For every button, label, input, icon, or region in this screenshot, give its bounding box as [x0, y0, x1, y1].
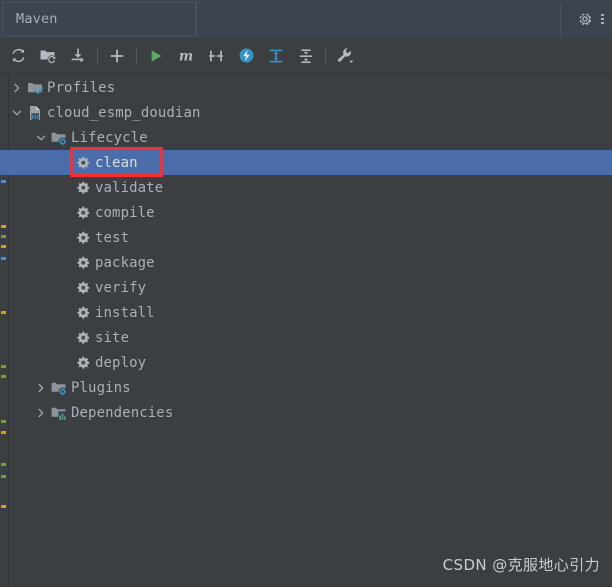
tree-row-test[interactable]: test	[0, 225, 612, 250]
dependencies-folder-icon	[50, 404, 68, 422]
expand-all-button[interactable]	[261, 41, 291, 71]
tree-row-label: validate	[95, 179, 164, 196]
tree-row-label: clean	[95, 154, 138, 171]
tree-row-package[interactable]: package	[0, 250, 612, 275]
tree-row-install[interactable]: install	[0, 300, 612, 325]
chevron-right-icon[interactable]	[32, 408, 50, 418]
collapse-all-button[interactable]	[291, 41, 321, 71]
collapse-all-icon	[300, 48, 312, 63]
goal-gear-icon	[74, 154, 92, 172]
tree-row-compile[interactable]: compile	[0, 200, 612, 225]
tree-row-label: deploy	[95, 354, 147, 371]
goal-gear-icon	[74, 254, 92, 272]
folder-refresh-icon	[40, 50, 56, 64]
tree-row-label: compile	[95, 204, 155, 221]
goal-gear-icon	[74, 329, 92, 347]
tree-row-lifecycle[interactable]: Lifecycle	[0, 125, 612, 150]
maven-m-icon: m	[179, 48, 193, 63]
plus-icon	[110, 49, 124, 62]
tree-row-validate[interactable]: validate	[0, 175, 612, 200]
more-options-icon[interactable]	[598, 0, 612, 38]
tree-row-plugins[interactable]: Plugins	[0, 375, 612, 400]
run-build-button[interactable]	[141, 41, 171, 71]
tree-row-verify[interactable]: verify	[0, 275, 612, 300]
maven-toolbar: m	[0, 38, 612, 74]
tree-row-site[interactable]: site	[0, 325, 612, 350]
goal-gear-icon	[74, 304, 92, 322]
goal-gear-icon	[74, 179, 92, 197]
tab-maven[interactable]: Maven	[2, 2, 196, 36]
tree-row-label: Dependencies	[71, 404, 174, 421]
generate-sources-button[interactable]	[33, 41, 63, 71]
tree-row-label: site	[95, 329, 130, 346]
goal-gear-icon	[74, 229, 92, 247]
expand-all-icon	[269, 49, 283, 62]
skip-tests-icon	[209, 48, 223, 63]
tree-row-clean[interactable]: clean	[0, 150, 612, 175]
tree-row-label: verify	[95, 279, 147, 296]
chevron-down-icon[interactable]	[8, 108, 26, 118]
profiles-folder-icon	[26, 79, 44, 97]
lifecycle-folder-icon	[50, 129, 68, 147]
tree-row-label: Plugins	[71, 379, 131, 396]
download-icon	[71, 48, 84, 63]
header-actions	[572, 0, 612, 38]
toolbar-separator-3	[325, 46, 326, 65]
chevron-down-icon[interactable]	[32, 133, 50, 143]
plugins-folder-icon	[50, 379, 68, 397]
tree-row-cloud-esmp-doudian[interactable]: m cloud_esmp_doudian	[0, 100, 612, 125]
header-separator	[196, 2, 197, 36]
tree-row-label: Profiles	[47, 79, 116, 96]
reload-project-button[interactable]	[3, 41, 33, 71]
toolbar-separator-1	[97, 46, 98, 65]
maven-project-tree: Profiles m cloud_esmp_doudian Lifecycle …	[0, 75, 612, 587]
tree-row-label: install	[95, 304, 155, 321]
goal-gear-icon	[74, 279, 92, 297]
download-sources-button[interactable]	[63, 41, 93, 71]
offline-lightning-icon	[239, 48, 253, 63]
watermark-text: CSDN @克服地心引力	[442, 556, 600, 574]
toggle-skip-tests-button[interactable]	[201, 41, 231, 71]
maven-settings-button[interactable]	[330, 41, 360, 71]
maven-tool-window: Maven m Profiles m cloud_esmp_doudian Li…	[0, 0, 612, 587]
run-triangle-icon	[151, 49, 162, 62]
toggle-offline-button[interactable]	[231, 41, 261, 71]
tree-row-dependencies[interactable]: Dependencies	[0, 400, 612, 425]
tree-row-label: Lifecycle	[71, 129, 148, 146]
tree-row-label: cloud_esmp_doudian	[47, 104, 201, 121]
tree-row-deploy[interactable]: deploy	[0, 350, 612, 375]
header-separator-right	[560, 2, 561, 36]
add-maven-project-button[interactable]	[102, 41, 132, 71]
settings-gear-icon[interactable]	[572, 0, 598, 38]
svg-text:m: m	[31, 112, 39, 121]
wrench-dropdown-icon	[337, 48, 353, 63]
tree-row-profiles[interactable]: Profiles	[0, 75, 612, 100]
chevron-right-icon[interactable]	[8, 83, 26, 93]
refresh-icon	[12, 48, 24, 63]
toolbar-separator-2	[136, 46, 137, 65]
goal-gear-icon	[74, 204, 92, 222]
chevron-right-icon[interactable]	[32, 383, 50, 393]
tree-row-label: package	[95, 254, 155, 271]
svg-text:m: m	[179, 48, 193, 63]
maven-project-icon: m	[26, 104, 44, 122]
tab-maven-label: Maven	[16, 11, 58, 27]
goal-gear-icon	[74, 354, 92, 372]
execute-goal-button[interactable]: m	[171, 41, 201, 71]
tree-row-label: test	[95, 229, 130, 246]
tool-window-header: Maven	[0, 0, 612, 38]
